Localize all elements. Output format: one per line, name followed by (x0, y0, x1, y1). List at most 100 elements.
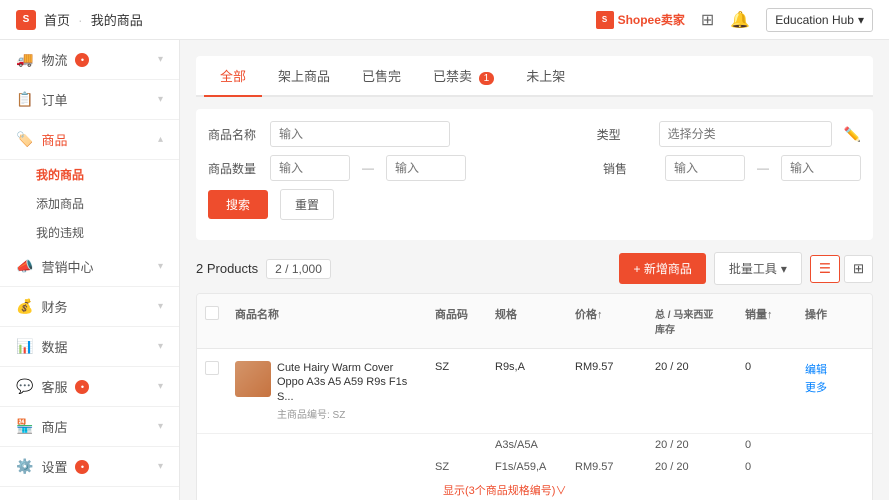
quantity-label: 商品数量 (208, 160, 258, 177)
nav-right: S Shopee卖家 ⊞ 🔔 Education Hub ▾ (596, 8, 873, 32)
data-arrow: ▾ (158, 341, 163, 352)
product-1-edit-link[interactable]: 编辑 (805, 364, 827, 376)
show-more-button[interactable]: 显示(3个商品规格编号)∨ (435, 481, 574, 500)
product-row-1: Cute Hairy Warm Cover Oppo A3s A5 A59 R9… (197, 349, 872, 500)
marketing-arrow: ▾ (158, 261, 163, 272)
var2-stock: 20 / 20 (647, 437, 737, 453)
sidebar-sub-my-products[interactable]: 我的商品 (0, 160, 179, 189)
sidebar-item-customer[interactable]: 💬 客服 • ▾ (0, 367, 179, 407)
sidebar-label-shop: 商店 (41, 417, 67, 436)
sidebar-item-data[interactable]: 📊 数据 ▾ (0, 327, 179, 367)
sidebar-label-finance: 财务 (41, 297, 67, 316)
var3-spec: F1s/A59,A (487, 459, 567, 475)
shopee-seller-brand: Shopee卖家 (618, 11, 685, 28)
product-1-stock: 20 / 20 (647, 357, 737, 377)
product-1-name-cell: Cute Hairy Warm Cover Oppo A3s A5 A59 R9… (227, 357, 427, 425)
bulk-tool-button[interactable]: 批量工具 ▾ (714, 252, 802, 285)
product-1-sales: 0 (737, 357, 797, 377)
sales-min-input[interactable] (665, 155, 745, 181)
filter-row-2: 商品数量 — 销售 — (208, 155, 861, 181)
sales-max-input[interactable] (781, 155, 861, 181)
var3-stock: 20 / 20 (647, 459, 737, 475)
add-product-button[interactable]: + 新增商品 (619, 253, 705, 284)
tab-all[interactable]: 全部 (204, 56, 262, 97)
breadcrumb-separator: · (78, 12, 83, 28)
top-navigation: S 首页 · 我的商品 S Shopee卖家 ⊞ 🔔 Education Hub… (0, 0, 889, 40)
banned-badge: 1 (479, 72, 495, 85)
reset-button[interactable]: 重置 (280, 189, 334, 220)
customer-icon: 💬 (16, 378, 33, 395)
main-layout: 🚚 物流 • ▾ 📋 订单 ▾ 🏷️ 商品 ▴ 我的商品 添加商品 我的违规 (0, 40, 889, 500)
th-name: 商品名称 (227, 302, 427, 340)
logo-icon: S (16, 10, 36, 30)
sidebar-sub-my-violations[interactable]: 我的违规 (0, 218, 179, 247)
tab-banned[interactable]: 已禁卖 1 (417, 56, 510, 97)
product-name-input[interactable] (270, 121, 450, 147)
type-edit-icon[interactable]: ✏️ (844, 126, 861, 143)
bulk-chevron-icon: ▾ (781, 262, 787, 276)
filter-actions: 搜索 重置 (208, 189, 861, 220)
product-1-variation-3: SZ F1s/A59,A RM9.57 20 / 20 0 (197, 456, 872, 478)
orders-icon: 📋 (16, 91, 33, 108)
breadcrumb-current: 我的商品 (91, 10, 143, 29)
type-select[interactable] (659, 121, 832, 147)
sidebar-item-products[interactable]: 🏷️ 商品 ▴ (0, 120, 179, 160)
sidebar-item-orders[interactable]: 📋 订单 ▾ (0, 80, 179, 120)
sidebar-item-marketing[interactable]: 📣 营销中心 ▾ (0, 247, 179, 287)
list-view-button[interactable]: ☰ (810, 255, 840, 283)
breadcrumb-home[interactable]: 首页 (44, 10, 70, 29)
sidebar-label-settings: 设置 (41, 457, 67, 476)
settings-badge: • (75, 460, 89, 474)
grid-icon[interactable]: ⊞ (701, 10, 714, 30)
sidebar-label-orders: 订单 (41, 90, 67, 109)
grid-view-button[interactable]: ⊞ (844, 255, 873, 283)
product-1-image (235, 361, 271, 397)
header-checkbox[interactable] (205, 306, 219, 320)
th-actions: 操作 (797, 302, 873, 340)
th-sku: 商品码 (427, 302, 487, 340)
logistics-arrow: ▾ (158, 54, 163, 65)
sidebar-item-shop[interactable]: 🏪 商店 ▾ (0, 407, 179, 447)
sidebar-sub-add-product[interactable]: 添加商品 (0, 189, 179, 218)
sidebar: 🚚 物流 • ▾ 📋 订单 ▾ 🏷️ 商品 ▴ 我的商品 添加商品 我的违规 (0, 40, 180, 500)
sidebar-label-logistics: 物流 (41, 50, 67, 69)
product-count-label: 2 Products (196, 261, 258, 276)
th-stock: 总 / 马来西亚库存 (647, 302, 737, 340)
th-sales: 销量↑ (737, 302, 797, 340)
seller-center-button[interactable]: Education Hub ▾ (766, 8, 873, 32)
content-area: 全部 架上商品 已售完 已禁卖 1 未上架 商品名称 类型 ✏️ 商品数量 — (180, 40, 889, 500)
th-variations: 规格 (487, 302, 567, 340)
settings-icon: ⚙️ (16, 458, 33, 475)
th-price: 价格↑ (567, 302, 647, 340)
quantity-min-input[interactable] (270, 155, 350, 181)
page-badge: 2 / 1,000 (266, 259, 331, 279)
product-1-actions: 编辑 更多 (797, 357, 873, 399)
bell-icon[interactable]: 🔔 (730, 10, 750, 30)
product-1-checkbox[interactable] (205, 361, 219, 375)
toolbar-right: + 新增商品 批量工具 ▾ ☰ ⊞ (619, 252, 873, 285)
sidebar-item-logistics[interactable]: 🚚 物流 • ▾ (0, 40, 179, 80)
search-button[interactable]: 搜索 (208, 190, 268, 219)
product-1-info: Cute Hairy Warm Cover Oppo A3s A5 A59 R9… (277, 361, 419, 421)
orders-arrow: ▾ (158, 94, 163, 105)
sidebar-item-settings[interactable]: ⚙️ 设置 • ▾ (0, 447, 179, 487)
quantity-max-input[interactable] (386, 155, 466, 181)
tab-sold-out[interactable]: 已售完 (346, 56, 417, 97)
settings-arrow: ▾ (158, 461, 163, 472)
name-label: 商品名称 (208, 126, 258, 143)
tab-on-sale[interactable]: 架上商品 (262, 56, 346, 97)
product-1-subtext: 主商品编号: SZ (277, 406, 419, 421)
product-1-price: RM9.57 (567, 357, 647, 377)
product-1-name: Cute Hairy Warm Cover Oppo A3s A5 A59 R9… (277, 361, 419, 404)
sidebar-label-data: 数据 (41, 337, 67, 356)
var2-price (567, 437, 647, 453)
tab-not-listed[interactable]: 未上架 (510, 56, 581, 97)
product-1-checkbox-cell (197, 357, 227, 379)
sidebar-label-customer: 客服 (41, 377, 67, 396)
sidebar-item-finance[interactable]: 💰 财务 ▾ (0, 287, 179, 327)
marketing-icon: 📣 (16, 258, 33, 275)
product-1-more-link[interactable]: 更多 (805, 379, 869, 395)
var3-sales: 0 (737, 459, 797, 475)
shopee-seller-logo: S Shopee卖家 (596, 11, 685, 29)
product-1-variation-2: A3s/A5A 20 / 20 0 (197, 434, 872, 456)
